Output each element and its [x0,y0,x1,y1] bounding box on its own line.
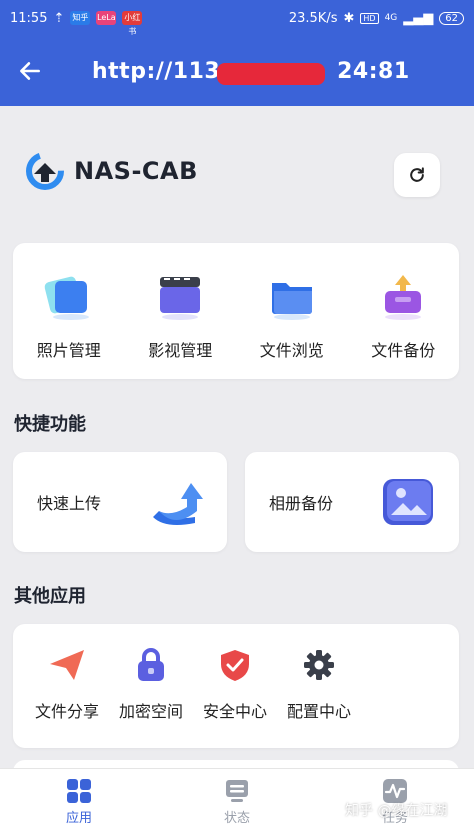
quick-upload-label: 快速上传 [37,494,102,513]
shield-check-icon [221,650,249,681]
main-apps-card: 照片管理 影视管理 文件浏览 文件备份 [13,243,459,379]
url-prefix: http://113. [92,58,230,84]
brand-logo: NAS-CAB [24,150,198,192]
nas-cab-logo-icon [26,152,64,190]
other-app-encrypted[interactable]: 加密空间 [109,624,193,748]
brand-name: NAS-CAB [74,157,198,185]
other-app-encrypted-label: 加密空间 [118,702,183,721]
quick-upload-card[interactable]: 快速上传 [13,452,227,552]
app-bar: http://113. 24:81 [0,36,474,106]
other-app-config-label: 配置中心 [286,702,351,721]
lela-app-icon: LeLa [96,11,117,25]
battery-level: 62 [439,11,464,25]
folder-icon [271,283,312,320]
url-suffix: 24:81 [337,58,410,84]
app-backup[interactable]: 文件备份 [348,243,460,379]
nav-tab-status[interactable]: 状态 [158,769,316,833]
other-app-config[interactable]: 配置中心 [277,624,361,748]
status-time: 11:55 [10,10,48,26]
album-backup-label: 相册备份 [269,494,334,513]
app-video[interactable]: 影视管理 [125,243,237,379]
status-bar: 11:55 ⇡ 知乎 LeLa 小红书 23.5K/s ✱ HD 4G ▂▄▆ … [0,0,474,36]
refresh-icon [410,167,424,182]
other-app-security[interactable]: 安全中心 [193,624,277,748]
nav-tab-status-label: 状态 [223,810,250,826]
network-speed: 23.5K/s [288,10,338,26]
network-type: 4G [384,13,398,23]
album-backup-card[interactable]: 相册备份 [245,452,459,552]
app-files-label: 文件浏览 [259,341,324,360]
upload-arrow-icon [153,483,203,525]
album-image-icon [383,479,433,525]
app-photos-label: 照片管理 [36,341,101,360]
other-app-security-label: 安全中心 [202,702,267,721]
photos-icon [44,276,89,320]
other-app-share-label: 文件分享 [34,702,99,721]
monitor-icon [226,779,248,802]
app-backup-label: 文件备份 [371,341,436,360]
xiaohongshu-app-icon: 小红书 [122,11,143,36]
grid-icon [67,778,91,803]
back-button[interactable] [0,36,60,106]
other-section-title: 其他应用 [14,586,86,607]
upload-status-icon: ⇡ [53,10,65,26]
refresh-button[interactable] [394,153,440,197]
app-video-label: 影视管理 [148,341,213,360]
lock-icon [138,648,164,681]
bluetooth-icon: ✱ [343,10,355,26]
zhihu-watermark: 知乎 @缘在江湖 [345,803,448,819]
paper-plane-icon [50,650,84,680]
gear-icon [304,650,334,680]
zhihu-app-icon: 知乎 [70,11,91,25]
other-app-share[interactable]: 文件分享 [25,624,109,748]
nav-tab-apps[interactable]: 应用 [0,769,158,833]
quick-section-title: 快捷功能 [14,414,86,435]
arrow-left-icon [20,62,40,80]
video-icon [160,277,201,320]
other-apps-card: 文件分享 加密空间 安全中心 配置中心 [13,624,459,748]
redaction-scribble [217,62,325,85]
signal-icon: ▂▄▆ [403,10,434,26]
backup-box-icon [385,275,422,320]
app-files[interactable]: 文件浏览 [236,243,348,379]
hd-badge: HD [360,12,379,24]
app-photos[interactable]: 照片管理 [13,243,125,379]
nav-tab-apps-label: 应用 [65,810,92,826]
url-title: http://113. 24:81 [92,58,410,85]
